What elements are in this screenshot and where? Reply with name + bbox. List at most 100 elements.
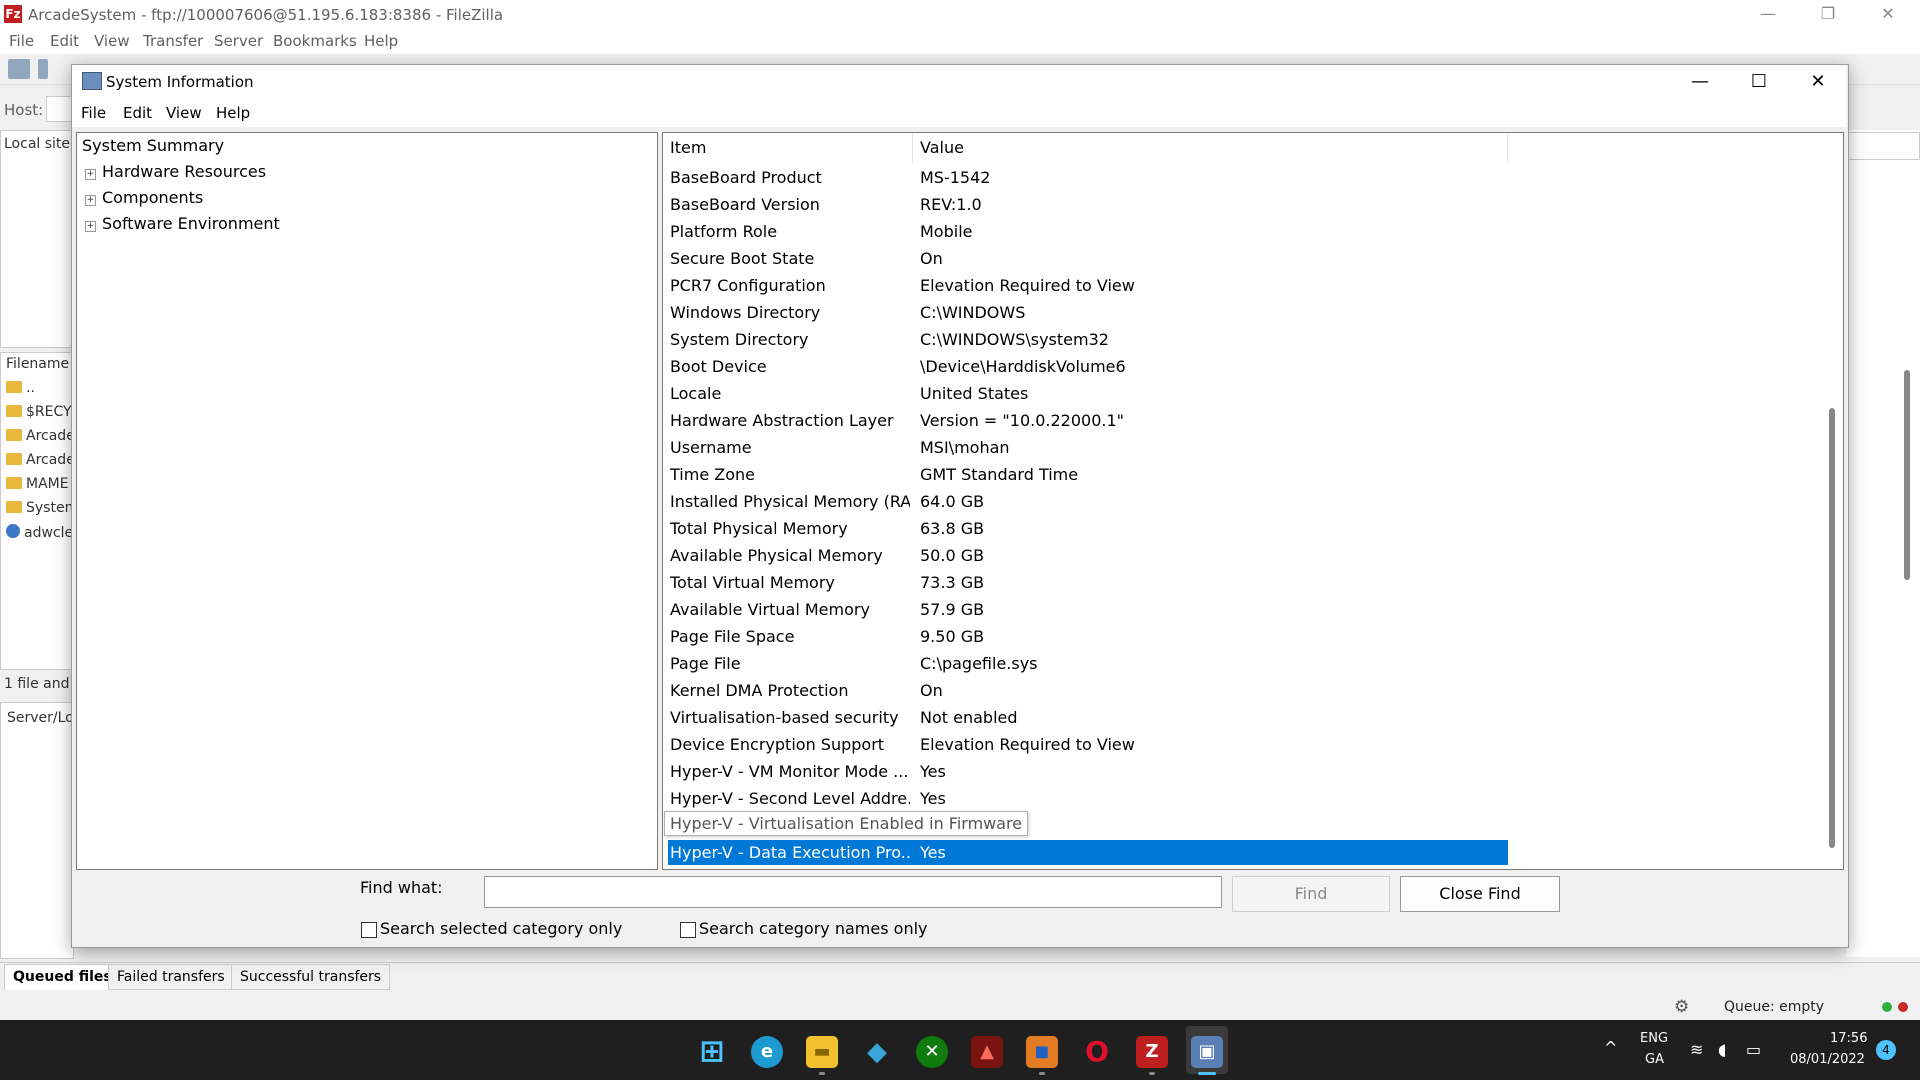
list-row[interactable]: PCR7 Configuration Elevation Required to … <box>663 272 1833 299</box>
list-row[interactable]: BaseBoard Product MS-1542 <box>663 164 1833 191</box>
search-category-names-label[interactable]: Search category names only <box>699 919 928 938</box>
filezilla-menu-server[interactable]: Server <box>214 32 263 50</box>
expand-icon[interactable]: + <box>85 169 96 180</box>
find-button[interactable]: Find <box>1232 876 1390 912</box>
edge-icon[interactable]: e <box>751 1036 783 1068</box>
list-row[interactable]: Boot Device \Device\HarddiskVolume6 <box>663 353 1833 380</box>
tree-item-components[interactable]: Components <box>102 188 203 207</box>
file-row[interactable]: MAME <box>6 476 72 492</box>
menu-help[interactable]: Help <box>216 104 250 122</box>
file-explorer-icon[interactable]: ▬ <box>806 1036 838 1068</box>
file-row[interactable]: $RECYC <box>6 404 72 420</box>
search-selected-category-label[interactable]: Search selected category only <box>380 919 622 938</box>
category-tree[interactable] <box>76 132 658 870</box>
list-row[interactable]: Hardware Abstraction Layer Version = "10.… <box>663 407 1833 434</box>
filezilla-menu-bookmarks[interactable]: Bookmarks <box>273 32 357 50</box>
list-row[interactable]: Kernel DMA Protection On <box>663 677 1833 704</box>
list-row[interactable]: Total Virtual Memory 73.3 GB <box>663 569 1833 596</box>
list-row[interactable]: Page File C:\pagefile.sys <box>663 650 1833 677</box>
list-row[interactable]: Page File Space 9.50 GB <box>663 623 1833 650</box>
opera-icon[interactable]: O <box>1081 1036 1113 1068</box>
column-divider[interactable] <box>912 133 913 163</box>
volume-icon[interactable]: ◖ <box>1718 1040 1726 1059</box>
tray-chevron-icon[interactable]: ^ <box>1604 1038 1617 1057</box>
xbox-icon[interactable]: ✕ <box>916 1036 948 1068</box>
tab-queued-files[interactable]: Queued files <box>4 964 121 990</box>
close-find-button[interactable]: Close Find <box>1400 876 1560 912</box>
close-button[interactable]: ✕ <box>1788 65 1848 99</box>
filezilla-menu-edit[interactable]: Edit <box>50 32 79 50</box>
file-row[interactable]: adwcle <box>6 524 72 541</box>
tab-successful-transfers[interactable]: Successful transfers <box>231 964 391 990</box>
list-row[interactable]: Hyper-V - Second Level Addre... Yes <box>663 785 1833 812</box>
local-site-tree-panel[interactable] <box>0 130 74 348</box>
tree-item-system-summary[interactable]: System Summary <box>82 136 224 155</box>
menu-edit[interactable]: Edit <box>123 104 152 122</box>
clock-date[interactable]: 08/01/2022 <box>1790 1052 1865 1067</box>
expand-icon[interactable]: + <box>85 221 96 232</box>
minimize-button[interactable]: — <box>1670 65 1730 99</box>
file-row[interactable]: .. <box>6 380 72 396</box>
active-indicator <box>1198 1072 1216 1075</box>
column-header-item[interactable]: Item <box>670 138 706 157</box>
list-row[interactable]: System Directory C:\WINDOWS\system32 <box>663 326 1833 353</box>
remote-scrollbar[interactable] <box>1904 370 1910 580</box>
rubik-icon[interactable]: ◼ <box>1026 1036 1058 1068</box>
tree-item-software-environment[interactable]: Software Environment <box>102 214 280 233</box>
clock-time[interactable]: 17:56 <box>1830 1031 1867 1046</box>
notification-badge[interactable]: 4 <box>1876 1040 1896 1060</box>
list-row[interactable]: Device Encryption Support Elevation Requi… <box>663 731 1833 758</box>
battery-icon[interactable]: ▭ <box>1746 1040 1761 1059</box>
search-category-names-checkbox[interactable] <box>680 922 696 938</box>
list-row[interactable]: Virtualisation-based security Not enabled <box>663 704 1833 731</box>
list-row[interactable]: Hyper-V - VM Monitor Mode ... Yes <box>663 758 1833 785</box>
column-divider[interactable] <box>1507 133 1508 163</box>
list-row[interactable]: Locale United States <box>663 380 1833 407</box>
system-information-titlebar[interactable] <box>72 65 1846 101</box>
wifi-icon[interactable]: ≋ <box>1690 1040 1703 1059</box>
server-local-panel[interactable] <box>0 702 74 959</box>
kodi-icon[interactable]: ◆ <box>861 1036 893 1068</box>
site-manager-icon[interactable] <box>8 59 30 79</box>
list-row[interactable]: BaseBoard Version REV:1.0 <box>663 191 1833 218</box>
system-information-icon[interactable]: ▣ <box>1191 1036 1223 1068</box>
game-icon[interactable]: ▲ <box>971 1036 1003 1068</box>
filename-column-header[interactable]: Filename <box>6 356 69 372</box>
filezilla-menu-transfer[interactable]: Transfer <box>143 32 203 50</box>
menu-view[interactable]: View <box>166 104 202 122</box>
find-what-input[interactable] <box>484 876 1222 908</box>
filezilla-restore-button[interactable]: ❐ <box>1806 3 1850 25</box>
list-row[interactable]: Secure Boot State On <box>663 245 1833 272</box>
list-row-selected[interactable]: Hyper-V - Data Execution Pro... Yes <box>663 839 1833 866</box>
list-row[interactable]: Installed Physical Memory (RA... 64.0 GB <box>663 488 1833 515</box>
filezilla-close-button[interactable]: ✕ <box>1866 3 1910 25</box>
list-row[interactable]: Platform Role Mobile <box>663 218 1833 245</box>
filezilla-menu-view[interactable]: View <box>94 32 130 50</box>
filezilla-minimize-button[interactable]: — <box>1746 3 1790 25</box>
file-row[interactable]: System <box>6 500 72 516</box>
list-row[interactable]: Available Virtual Memory 57.9 GB <box>663 596 1833 623</box>
keyboard-layout-indicator[interactable]: GA <box>1645 1052 1664 1067</box>
maximize-button[interactable]: ☐ <box>1729 65 1789 99</box>
language-indicator[interactable]: ENG <box>1640 1031 1668 1046</box>
site-manager-dropdown-icon[interactable] <box>38 59 48 79</box>
file-row[interactable]: Arcade <box>6 428 72 444</box>
search-selected-category-checkbox[interactable] <box>361 922 377 938</box>
filezilla-menu-help[interactable]: Help <box>364 32 398 50</box>
remote-path-combo[interactable] <box>1846 132 1920 160</box>
menu-file[interactable]: File <box>81 104 106 122</box>
column-header-value[interactable]: Value <box>920 138 964 157</box>
start-icon[interactable]: ⊞ <box>696 1036 728 1068</box>
filezilla-icon[interactable]: Z <box>1136 1036 1168 1068</box>
filezilla-menu-file[interactable]: File <box>9 32 34 50</box>
file-row[interactable]: Arcade <box>6 452 72 468</box>
list-row[interactable]: Total Physical Memory 63.8 GB <box>663 515 1833 542</box>
tree-item-hardware-resources[interactable]: Hardware Resources <box>102 162 266 181</box>
tab-failed-transfers[interactable]: Failed transfers <box>108 964 234 990</box>
list-row[interactable]: Username MSI\mohan <box>663 434 1833 461</box>
list-scrollbar-thumb[interactable] <box>1829 408 1835 848</box>
list-row[interactable]: Windows Directory C:\WINDOWS <box>663 299 1833 326</box>
list-row[interactable]: Time Zone GMT Standard Time <box>663 461 1833 488</box>
expand-icon[interactable]: + <box>85 195 96 206</box>
list-row[interactable]: Available Physical Memory 50.0 GB <box>663 542 1833 569</box>
